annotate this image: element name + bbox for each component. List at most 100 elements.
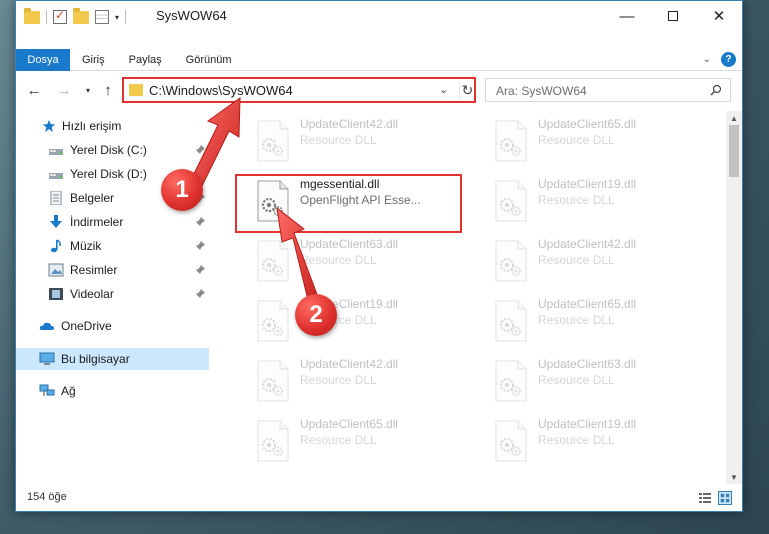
sidebar-item-i-ndirmeler[interactable]: İndirmeler (16, 211, 209, 233)
maximize-button[interactable] (650, 1, 696, 31)
pin-icon[interactable] (195, 216, 205, 227)
minimize-button[interactable]: — (604, 1, 650, 31)
sidebar-item-yerel-disk-c[interactable]: Yerel Disk (C:) (16, 139, 209, 161)
network-icon (39, 384, 55, 398)
file-item[interactable]: UpdateClient19.dll Resource DLL (252, 295, 482, 351)
sidebar-item-ağ[interactable]: Ağ (16, 380, 209, 402)
scrollbar-thumb[interactable] (729, 125, 739, 177)
file-item[interactable]: UpdateClient19.dll Resource DLL (490, 175, 720, 231)
tiles-view-icon[interactable] (718, 491, 732, 505)
file-list: UpdateClient42.dll Resource DLL UpdateClie… (216, 111, 726, 481)
expand-ribbon-chevron-icon[interactable]: ⌄ (703, 54, 711, 65)
sidebar-item-hızlı-erişim[interactable]: Hızlı erişim (16, 115, 209, 137)
file-item-mgessential[interactable]: mgessential.dll OpenFlight API Esse... (252, 175, 482, 231)
file-description: Resource DLL (538, 433, 615, 447)
star-icon (41, 119, 57, 133)
sidebar-item-bu-bilgisayar[interactable]: Bu bilgisayar (16, 348, 209, 370)
file-item[interactable]: UpdateClient65.dll Resource DLL (252, 415, 482, 471)
search-placeholder: Ara: SysWOW64 (496, 84, 587, 98)
up-button[interactable]: ↑ (98, 80, 118, 100)
pin-icon[interactable] (195, 144, 205, 155)
file-description: Resource DLL (538, 253, 615, 267)
scroll-up-icon[interactable]: ▲ (726, 111, 742, 125)
chevron-down-icon: ▾ (85, 85, 90, 95)
file-name: UpdateClient63.dll (538, 357, 637, 371)
computer-icon (39, 352, 55, 366)
file-name: UpdateClient65.dll (538, 117, 637, 131)
folder-icon (129, 84, 143, 96)
file-name: UpdateClient42.dll (300, 117, 399, 131)
status-bar: 154 öğe (16, 487, 742, 511)
details-view-icon[interactable] (698, 491, 712, 505)
file-item[interactable]: UpdateClient19.dll Resource DLL (490, 415, 720, 471)
file-item[interactable]: UpdateClient42.dll Resource DLL (252, 355, 482, 411)
step-2-badge: 2 (295, 294, 337, 336)
item-count: 154 öğe (27, 491, 67, 503)
dll-file-icon (252, 239, 292, 283)
sidebar-item-label: Müzik (70, 239, 102, 253)
folder-icon (24, 7, 40, 24)
properties-icon[interactable] (95, 10, 109, 24)
ribbon-tabs: Dosya Giriş Paylaş Görünüm ⌄ ? (16, 49, 742, 71)
file-name: UpdateClient63.dll (300, 237, 399, 251)
tab-share[interactable]: Paylaş (117, 49, 174, 71)
file-item[interactable]: UpdateClient42.dll Resource DLL (252, 115, 482, 171)
pictures-icon (48, 263, 64, 277)
pin-icon[interactable] (195, 240, 205, 251)
file-name: UpdateClient65.dll (300, 417, 399, 431)
forward-button[interactable]: → (54, 80, 74, 100)
new-folder-icon[interactable] (73, 7, 89, 24)
minimize-icon: — (619, 7, 635, 25)
address-path[interactable]: C:\Windows\SysWOW64 (149, 83, 293, 98)
music-icon (48, 239, 64, 253)
properties-check-icon[interactable] (53, 8, 67, 24)
vertical-scrollbar[interactable]: ▲ ▼ (726, 111, 742, 484)
address-dropdown-icon[interactable]: ⌄ (439, 83, 448, 96)
customize-toolbar-dropdown-icon[interactable]: ▾ (115, 13, 119, 22)
sidebar-item-label: Bu bilgisayar (61, 352, 130, 366)
dll-file-icon (490, 359, 530, 403)
dll-file-icon (490, 179, 530, 223)
search-icon[interactable] (710, 84, 722, 96)
sidebar-item-onedrive[interactable]: OneDrive (16, 315, 209, 337)
file-item[interactable]: UpdateClient65.dll Resource DLL (490, 115, 720, 171)
pin-icon[interactable] (195, 288, 205, 299)
address-bar[interactable]: C:\Windows\SysWOW64 ⌄ ↻ (122, 78, 476, 102)
sidebar-item-label: Videolar (70, 287, 114, 301)
help-icon[interactable]: ? (721, 52, 736, 67)
search-box[interactable]: Ara: SysWOW64 (485, 78, 731, 102)
file-item[interactable]: UpdateClient65.dll Resource DLL (490, 295, 720, 351)
file-name: mgessential.dll (300, 177, 380, 191)
refresh-icon[interactable]: ↻ (459, 81, 475, 99)
file-description: OpenFlight API Esse... (300, 193, 421, 207)
dll-file-icon (252, 179, 292, 223)
file-item[interactable]: UpdateClient63.dll Resource DLL (252, 235, 482, 291)
scroll-down-icon[interactable]: ▼ (726, 470, 742, 484)
sidebar-item-resimler[interactable]: Resimler (16, 259, 209, 281)
sidebar-item-müzik[interactable]: Müzik (16, 235, 209, 257)
tab-home[interactable]: Giriş (70, 49, 117, 71)
close-button[interactable]: ✕ (696, 1, 742, 31)
file-item[interactable]: UpdateClient63.dll Resource DLL (490, 355, 720, 411)
sidebar-item-label: Resimler (70, 263, 118, 277)
file-explorer-window: ▾ SysWOW64 — ✕ DosyaGirişPaylaşGörünüm ⌄… (15, 0, 743, 512)
videos-icon (48, 287, 64, 301)
tab-view[interactable]: Görünüm (174, 49, 244, 71)
sidebar-item-label: Yerel Disk (D:) (70, 167, 147, 181)
file-item[interactable]: UpdateClient42.dll Resource DLL (490, 235, 720, 291)
file-description: Resource DLL (300, 373, 377, 387)
navigation-bar: ← → ▾ ↑ C:\Windows\SysWOW64 ⌄ ↻ Ara: Sys… (16, 76, 742, 104)
dll-file-icon (252, 359, 292, 403)
recent-locations-button[interactable]: ▾ (78, 80, 98, 100)
file-description: Resource DLL (300, 133, 377, 147)
tab-file[interactable]: Dosya (16, 49, 70, 71)
navigation-pane: Hızlı erişim Yerel Disk (C:) Yerel Disk (D… (16, 111, 209, 481)
back-button[interactable]: ← (24, 80, 44, 100)
file-description: Resource DLL (538, 193, 615, 207)
sidebar-item-videolar[interactable]: Videolar (16, 283, 209, 305)
window-title: SysWOW64 (156, 8, 227, 23)
file-description: Resource DLL (538, 313, 615, 327)
file-name: UpdateClient19.dll (538, 177, 637, 191)
file-description: Resource DLL (538, 133, 615, 147)
pin-icon[interactable] (195, 264, 205, 275)
